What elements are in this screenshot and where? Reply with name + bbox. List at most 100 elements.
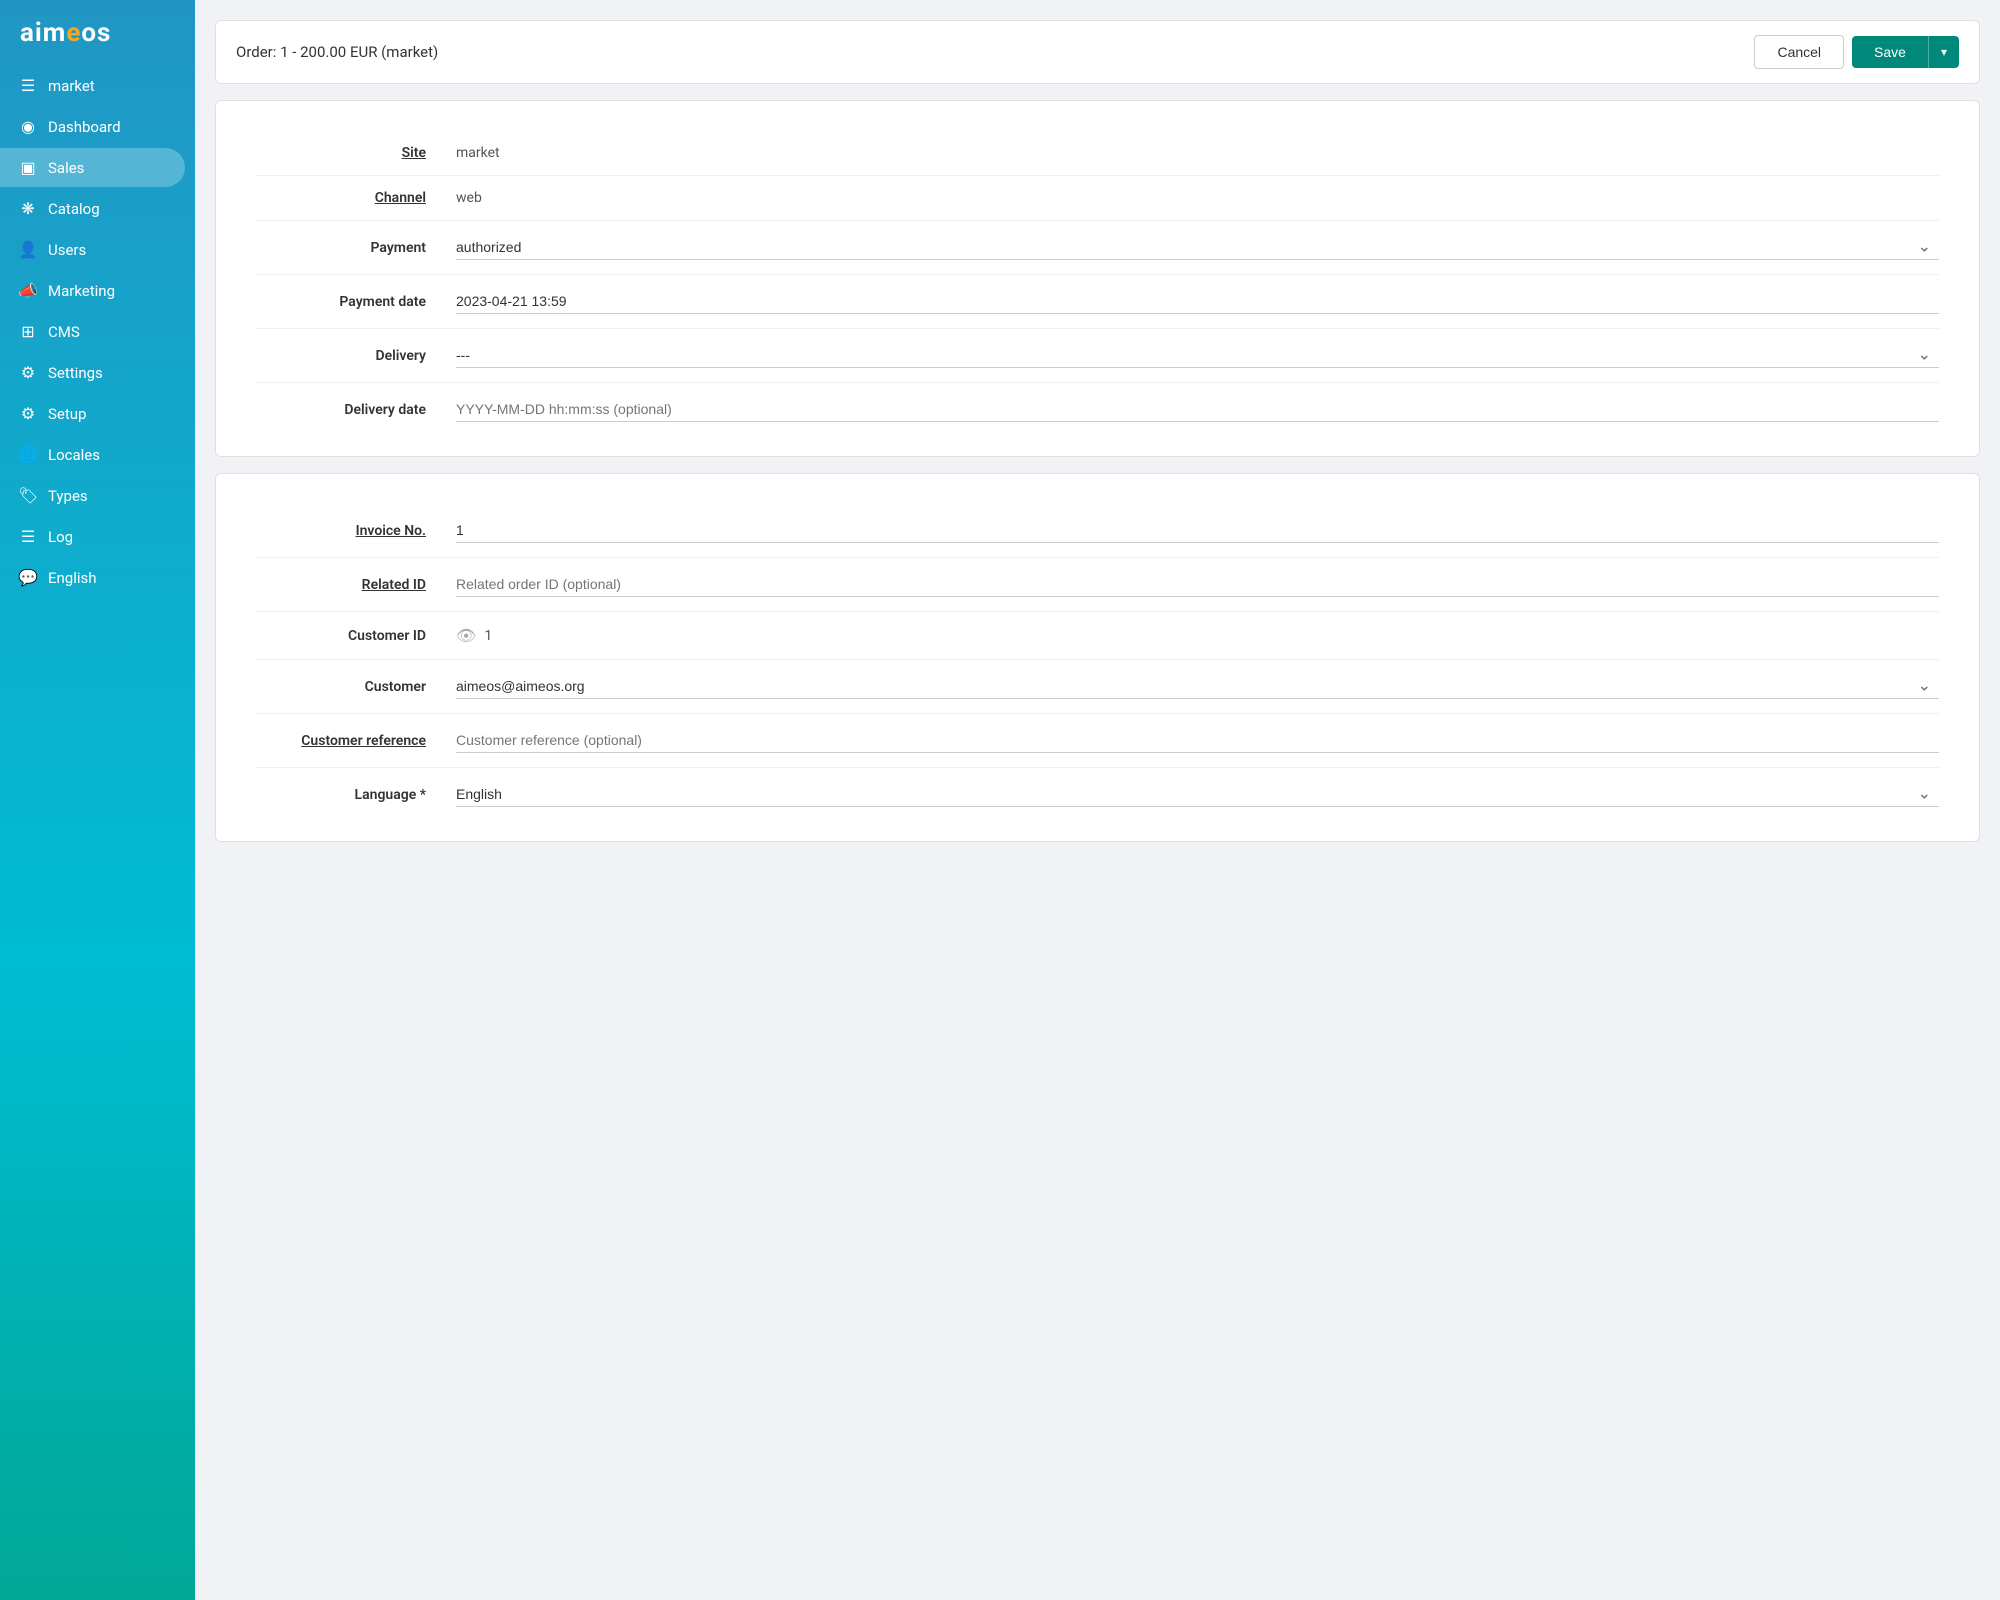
- customer-select-container: aimeos@aimeos.org: [456, 674, 1939, 699]
- customer-label: Customer: [256, 679, 456, 695]
- payment-date-row: Payment date: [256, 275, 1939, 329]
- customer-row: Customer aimeos@aimeos.org: [256, 660, 1939, 714]
- delivery-date-value: [456, 397, 1939, 422]
- cancel-button[interactable]: Cancel: [1754, 35, 1844, 69]
- customer-id-display: 👁 1: [456, 626, 1939, 645]
- dashboard-icon: ◉: [18, 117, 38, 136]
- order-card: Site market Channel web Payment authoriz…: [215, 100, 1980, 457]
- cms-icon: ⊞: [18, 322, 38, 341]
- customer-reference-value: [456, 728, 1939, 753]
- related-id-value: [456, 572, 1939, 597]
- page-title: Order: 1 - 200.00 EUR (market): [236, 43, 438, 61]
- sidebar-item-label: CMS: [48, 323, 80, 341]
- setup-icon: ⚙: [18, 404, 38, 423]
- language-row: Language * English German French Spanish: [256, 768, 1939, 821]
- customer-reference-input[interactable]: [456, 728, 1939, 753]
- invoice-no-label[interactable]: Invoice No.: [256, 523, 456, 539]
- header-actions: Cancel Save ▾: [1754, 35, 1959, 69]
- customer-id-row: Customer ID 👁 1: [256, 612, 1939, 660]
- related-id-label[interactable]: Related ID: [256, 577, 456, 593]
- sidebar-item-label: Setup: [48, 405, 86, 423]
- payment-label: Payment: [256, 240, 456, 256]
- invoice-no-row: Invoice No.: [256, 504, 1939, 558]
- types-icon: 🏷: [18, 486, 38, 505]
- delivery-select-wrapper: --- pending dispatched delivered: [456, 343, 1939, 368]
- sales-icon: ▣: [18, 158, 38, 177]
- sidebar-item-types[interactable]: 🏷 Types: [0, 476, 185, 515]
- language-select-container: English German French Spanish: [456, 782, 1939, 807]
- customer-select[interactable]: aimeos@aimeos.org: [456, 674, 1939, 699]
- sidebar-item-label: Settings: [48, 364, 103, 382]
- delivery-select-container: --- pending dispatched delivered: [456, 343, 1939, 368]
- sidebar-item-label: Log: [48, 528, 73, 546]
- customer-id-number: 1: [484, 628, 492, 644]
- sidebar-item-marketing[interactable]: 📣 Marketing: [0, 271, 185, 310]
- sidebar-item-label: Dashboard: [48, 118, 121, 136]
- brand-logo: aimeos: [0, 0, 195, 66]
- language-select[interactable]: English German French Spanish: [456, 782, 1939, 807]
- save-dropdown-button[interactable]: ▾: [1928, 36, 1959, 68]
- sidebar-item-english[interactable]: 💬 English: [0, 558, 185, 597]
- sidebar-item-cms[interactable]: ⊞ CMS: [0, 312, 185, 351]
- sidebar-item-settings[interactable]: ⚙ Settings: [0, 353, 185, 392]
- site-value: market: [456, 145, 1939, 161]
- channel-label[interactable]: Channel: [256, 190, 456, 206]
- english-icon: 💬: [18, 568, 38, 587]
- customer-select-wrapper: aimeos@aimeos.org: [456, 674, 1939, 699]
- sidebar-item-locales[interactable]: 🌐 Locales: [0, 435, 185, 474]
- sidebar-item-label: Catalog: [48, 200, 100, 218]
- delivery-date-row: Delivery date: [256, 383, 1939, 436]
- header-bar: Order: 1 - 200.00 EUR (market) Cancel Sa…: [215, 20, 1980, 84]
- sidebar-item-label: Types: [48, 487, 88, 505]
- log-icon: ☰: [18, 527, 38, 546]
- customer-id-value: 👁 1: [456, 626, 1939, 645]
- delivery-select[interactable]: --- pending dispatched delivered: [456, 343, 1939, 368]
- sidebar-item-label: market: [48, 77, 95, 95]
- save-button-group: Save ▾: [1852, 36, 1959, 68]
- sidebar-item-label: English: [48, 569, 97, 587]
- users-icon: 👤: [18, 240, 38, 259]
- sidebar-nav: ☰ market ◉ Dashboard ▣ Sales ❋ Catalog 👤…: [0, 66, 195, 607]
- payment-select-container: authorized pending completed cancelled: [456, 235, 1939, 260]
- customer-reference-label[interactable]: Customer reference: [256, 733, 456, 749]
- sidebar-item-log[interactable]: ☰ Log: [0, 517, 185, 556]
- language-label: Language *: [256, 787, 456, 803]
- payment-date-label: Payment date: [256, 294, 456, 310]
- sidebar-item-sales[interactable]: ▣ Sales: [0, 148, 185, 187]
- sidebar-item-dashboard[interactable]: ◉ Dashboard: [0, 107, 185, 146]
- sidebar-item-label: Locales: [48, 446, 100, 464]
- invoice-no-input[interactable]: [456, 518, 1939, 543]
- settings-icon: ⚙: [18, 363, 38, 382]
- related-id-input[interactable]: [456, 572, 1939, 597]
- sidebar-item-label: Sales: [48, 159, 84, 177]
- sidebar-item-market[interactable]: ☰ market: [0, 66, 185, 105]
- sidebar-item-users[interactable]: 👤 Users: [0, 230, 185, 269]
- delivery-date-input[interactable]: [456, 397, 1939, 422]
- payment-row: Payment authorized pending completed can…: [256, 221, 1939, 275]
- eye-icon: 👁: [456, 626, 476, 645]
- payment-select[interactable]: authorized pending completed cancelled: [456, 235, 1939, 260]
- delivery-row: Delivery --- pending dispatched delivere…: [256, 329, 1939, 383]
- language-select-wrapper: English German French Spanish: [456, 782, 1939, 807]
- payment-select-wrapper: authorized pending completed cancelled: [456, 235, 1939, 260]
- main-content: Order: 1 - 200.00 EUR (market) Cancel Sa…: [195, 0, 2000, 1600]
- site-row: Site market: [256, 131, 1939, 176]
- related-id-row: Related ID: [256, 558, 1939, 612]
- invoice-no-value: [456, 518, 1939, 543]
- customer-reference-row: Customer reference: [256, 714, 1939, 768]
- market-icon: ☰: [18, 76, 38, 95]
- site-label[interactable]: Site: [256, 145, 456, 161]
- marketing-icon: 📣: [18, 281, 38, 300]
- catalog-icon: ❋: [18, 199, 38, 218]
- delivery-label: Delivery: [256, 348, 456, 364]
- invoice-card: Invoice No. Related ID Customer ID 👁 1 C…: [215, 473, 1980, 842]
- customer-id-label: Customer ID: [256, 628, 456, 644]
- save-button[interactable]: Save: [1852, 36, 1928, 68]
- sidebar: aimeos ☰ market ◉ Dashboard ▣ Sales ❋ Ca…: [0, 0, 195, 1600]
- payment-date-input[interactable]: [456, 289, 1939, 314]
- sidebar-item-catalog[interactable]: ❋ Catalog: [0, 189, 185, 228]
- sidebar-item-label: Marketing: [48, 282, 115, 300]
- delivery-date-label: Delivery date: [256, 402, 456, 418]
- sidebar-item-setup[interactable]: ⚙ Setup: [0, 394, 185, 433]
- payment-date-value: [456, 289, 1939, 314]
